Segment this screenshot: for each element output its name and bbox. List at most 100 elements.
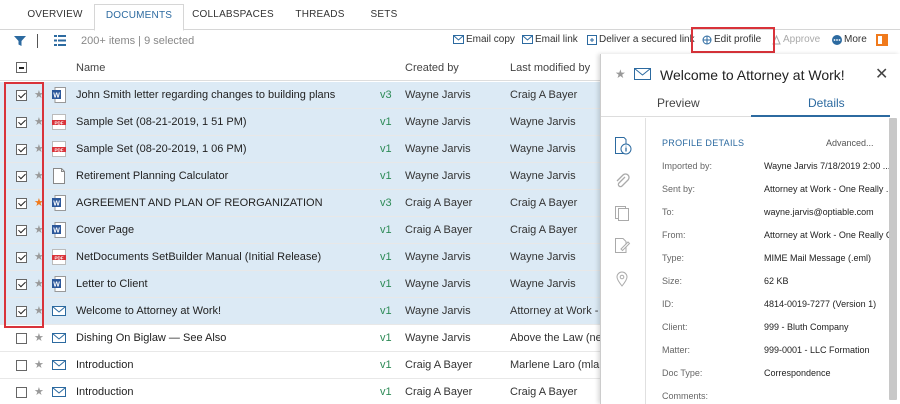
column-header-modified[interactable]: Last modified by (510, 62, 590, 74)
document-version[interactable]: v1 (380, 278, 392, 290)
document-version[interactable]: v1 (380, 359, 392, 371)
document-name[interactable]: Letter to Client (76, 278, 148, 290)
field-label: Matter: (662, 345, 691, 355)
column-header-created[interactable]: Created by (405, 62, 459, 74)
row-checkbox[interactable] (16, 360, 27, 371)
document-version[interactable]: v1 (380, 116, 392, 128)
tab-details[interactable]: Details (808, 96, 845, 110)
table-row[interactable]: ★ PDF NetDocuments SetBuilder Manual (In… (0, 244, 600, 271)
tab-threads[interactable]: THREADS (288, 4, 352, 30)
last-modified-by: Above the Law (ne... (510, 332, 600, 344)
select-all-checkbox[interactable] (16, 62, 27, 73)
email-icon (634, 68, 651, 80)
close-icon[interactable]: ✕ (875, 64, 888, 84)
document-version[interactable]: v1 (380, 332, 392, 344)
more-icon (832, 34, 842, 45)
panel-scrollbar[interactable] (889, 118, 897, 400)
email-link-icon (522, 35, 533, 44)
document-name[interactable]: Introduction (76, 359, 133, 371)
star-icon[interactable]: ★ (34, 331, 44, 344)
star-icon[interactable]: ★ (34, 385, 44, 398)
created-by: Wayne Jarvis (405, 89, 471, 101)
paperclip-icon[interactable] (613, 172, 631, 190)
location-icon[interactable] (613, 270, 631, 288)
details-panel: ★ Welcome to Attorney at Work! ✕ Preview… (600, 54, 900, 404)
field-label: Imported by: (662, 161, 713, 171)
row-checkbox[interactable] (16, 333, 27, 344)
tab-collabspaces[interactable]: COLLABSPACES (188, 4, 278, 30)
table-row[interactable]: ★ Dishing On Biglaw — See Also v1 Wayne … (0, 325, 600, 352)
created-by: Wayne Jarvis (405, 251, 471, 263)
document-version[interactable]: v1 (380, 224, 392, 236)
table-row[interactable]: ★ W John Smith letter regarding changes … (0, 82, 600, 109)
edit-document-icon[interactable] (613, 236, 631, 254)
approve-button[interactable]: Approve (772, 34, 820, 45)
document-version[interactable]: v1 (380, 143, 392, 155)
active-tab-indicator (751, 115, 890, 117)
table-row[interactable]: ★ W Cover Page v1 Craig A Bayer Craig A … (0, 217, 600, 244)
table-row[interactable]: ★ Retirement Planning Calculator v1 Wayn… (0, 163, 600, 190)
list-view-icon[interactable] (54, 35, 66, 49)
table-row[interactable]: ★ Welcome to Attorney at Work! v1 Wayne … (0, 298, 600, 325)
table-row[interactable]: ★ Introduction v1 Craig A Bayer Marlene … (0, 352, 600, 379)
filter-icon[interactable] (14, 35, 26, 50)
email-icon (52, 306, 66, 316)
svg-text:PDF: PDF (55, 255, 64, 260)
document-name[interactable]: Cover Page (76, 224, 134, 236)
deliver-secured-link-button[interactable]: Deliver a secured link (587, 34, 695, 45)
document-name[interactable]: Retirement Planning Calculator (76, 170, 228, 182)
email-link-button[interactable]: Email link (522, 34, 578, 45)
document-name[interactable]: Welcome to Attorney at Work! (76, 305, 221, 317)
star-icon[interactable]: ★ (615, 67, 626, 81)
more-button[interactable]: More (832, 34, 867, 45)
document-name[interactable]: John Smith letter regarding changes to b… (76, 89, 335, 101)
row-checkbox[interactable] (16, 387, 27, 398)
document-version[interactable]: v1 (380, 386, 392, 398)
tab-sets[interactable]: SETS (362, 4, 406, 30)
field-label: ID: (662, 299, 674, 309)
word-doc-icon: W (52, 195, 66, 211)
email-link-label: Email link (535, 34, 578, 45)
panel-toggle-icon[interactable] (876, 34, 888, 46)
document-version[interactable]: v1 (380, 170, 392, 182)
document-version[interactable]: v1 (380, 251, 392, 263)
copies-icon[interactable] (613, 204, 631, 222)
created-by: Wayne Jarvis (405, 143, 471, 155)
document-version[interactable]: v1 (380, 305, 392, 317)
last-modified-by: Wayne Jarvis (510, 116, 576, 128)
table-row[interactable]: ★ W AGREEMENT AND PLAN OF REORGANIZATION… (0, 190, 600, 217)
info-icon[interactable] (613, 136, 633, 156)
document-version[interactable]: v3 (380, 197, 392, 209)
selection-count: 200+ items | 9 selected (81, 35, 195, 47)
field-value: Attorney at Work - One Really G (764, 230, 890, 240)
field-label: Doc Type: (662, 368, 703, 378)
email-copy-button[interactable]: Email copy (453, 34, 515, 45)
word-doc-icon: W (52, 87, 66, 103)
profile-details: PROFILE DETAILS Advanced... Imported by:… (647, 118, 890, 404)
table-row[interactable]: ★ PDF Sample Set (08-20-2019, 1 06 PM) v… (0, 136, 600, 163)
table-row[interactable]: ★ PDF Sample Set (08-21-2019, 1 51 PM) v… (0, 109, 600, 136)
svg-text:PDF: PDF (55, 120, 64, 125)
field-value: 999-0001 - LLC Formation (764, 345, 870, 355)
approve-label: Approve (783, 34, 821, 45)
advanced-link[interactable]: Advanced... (826, 138, 874, 148)
document-name[interactable]: Sample Set (08-21-2019, 1 51 PM) (76, 116, 247, 128)
document-name[interactable]: Dishing On Biglaw — See Also (76, 332, 226, 344)
document-version[interactable]: v3 (380, 89, 392, 101)
document-name[interactable]: AGREEMENT AND PLAN OF REORGANIZATION (76, 197, 323, 209)
table-row[interactable]: ★ W Letter to Client v1 Wayne Jarvis Way… (0, 271, 600, 298)
tab-preview[interactable]: Preview (657, 96, 700, 110)
document-icon (53, 168, 65, 184)
table-row[interactable]: ★ Introduction v1 Craig A Bayer Craig A … (0, 379, 600, 404)
tab-documents[interactable]: DOCUMENTS (94, 4, 184, 31)
last-modified-by: Craig A Bayer (510, 386, 578, 398)
column-header-name[interactable]: Name (76, 62, 105, 74)
star-icon[interactable]: ★ (34, 358, 44, 371)
checkbox-highlight (4, 82, 44, 328)
document-name[interactable]: Sample Set (08-20-2019, 1 06 PM) (76, 143, 247, 155)
tab-overview[interactable]: OVERVIEW (20, 4, 90, 30)
document-name[interactable]: Introduction (76, 386, 133, 398)
created-by: Wayne Jarvis (405, 278, 471, 290)
svg-text:W: W (53, 93, 60, 100)
document-name[interactable]: NetDocuments SetBuilder Manual (Initial … (76, 251, 321, 263)
